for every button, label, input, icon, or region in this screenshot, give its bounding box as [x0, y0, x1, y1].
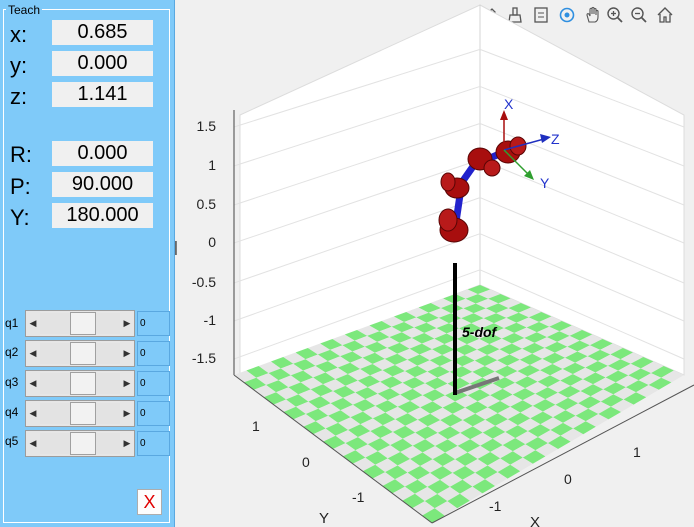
x-tick-label: 1 [633, 444, 641, 460]
pitch-label: P: [10, 174, 31, 199]
frame-x-label: X [504, 96, 514, 112]
y-tick-label: 0 [302, 454, 310, 470]
z-label: z: [10, 84, 28, 109]
robot-3d-plot[interactable]: 1.5 1 0.5 0 -0.5 -1 -1.5 | 1 0 -1 Y -1 0… [174, 0, 694, 527]
y-tick-label: -1 [352, 489, 365, 505]
yaw-value: 180.000 [52, 203, 153, 228]
q4-slider[interactable]: ◀ ▶ [25, 400, 135, 427]
q5-left-arrow-icon[interactable]: ◀ [26, 431, 40, 456]
z-axis-label: | [174, 239, 178, 256]
x-tick-label: 0 [564, 471, 572, 487]
q4-left-arrow-icon[interactable]: ◀ [26, 401, 40, 426]
q5-label: q5 [5, 434, 19, 448]
y-tick-label: 1 [252, 418, 260, 434]
q1-slider[interactable]: ◀ ▶ [25, 310, 135, 337]
z-tick-label: -1.5 [192, 350, 216, 366]
q5-right-arrow-icon[interactable]: ▶ [120, 431, 134, 456]
q1-slider-thumb[interactable] [70, 312, 96, 335]
x-tick-label: -1 [489, 498, 502, 514]
q2-right-arrow-icon[interactable]: ▶ [120, 341, 134, 366]
x-axis-label: X [530, 514, 540, 527]
close-button[interactable]: X [137, 489, 162, 515]
q3-slider-thumb[interactable] [70, 372, 96, 395]
q3-value-field[interactable]: 0 [137, 371, 170, 396]
y-axis-label: Y [319, 510, 329, 527]
frame-y-label: Y [540, 175, 550, 191]
y-label: y: [10, 53, 28, 78]
q4-slider-thumb[interactable] [70, 402, 96, 425]
q1-left-arrow-icon[interactable]: ◀ [26, 311, 40, 336]
q2-label: q2 [5, 345, 19, 359]
z-tick-label: -1 [204, 312, 217, 328]
roll-label: R: [10, 142, 32, 167]
frame-z-label: Z [551, 131, 560, 147]
q4-value-field[interactable]: 0 [137, 401, 170, 426]
z-ticks: 1.5 1 0.5 0 -0.5 -1 -1.5 [192, 118, 216, 366]
q2-slider[interactable]: ◀ ▶ [25, 340, 135, 367]
q2-left-arrow-icon[interactable]: ◀ [26, 341, 40, 366]
q5-slider[interactable]: ◀ ▶ [25, 430, 135, 457]
teach-panel: Teach x: 0.685 y: 0.000 z: 1.141 R: 0.00… [0, 0, 175, 527]
q2-slider-thumb[interactable] [70, 342, 96, 365]
robot-name-label: 5-dof [462, 324, 498, 340]
q4-right-arrow-icon[interactable]: ▶ [120, 401, 134, 426]
z-tick-label: 1.5 [197, 118, 217, 134]
x-value: 0.685 [52, 20, 153, 45]
z-tick-label: -0.5 [192, 274, 216, 290]
pitch-value: 90.000 [52, 172, 153, 197]
z-value: 1.141 [52, 82, 153, 107]
q1-value-field[interactable]: 0 [137, 311, 170, 336]
z-tick-label: 0.5 [197, 196, 217, 212]
teach-title: Teach [6, 3, 43, 17]
q2-value-field[interactable]: 0 [137, 341, 170, 366]
yaw-label: Y: [10, 205, 30, 230]
q1-label: q1 [5, 316, 19, 330]
q3-left-arrow-icon[interactable]: ◀ [26, 371, 40, 396]
z-tick-label: 1 [208, 157, 216, 173]
q3-right-arrow-icon[interactable]: ▶ [120, 371, 134, 396]
q3-label: q3 [5, 375, 19, 389]
q5-value-field[interactable]: 0 [137, 431, 170, 456]
roll-value: 0.000 [52, 141, 153, 166]
q5-slider-thumb[interactable] [70, 432, 96, 455]
q4-label: q4 [5, 405, 19, 419]
q1-right-arrow-icon[interactable]: ▶ [120, 311, 134, 336]
q3-slider[interactable]: ◀ ▶ [25, 370, 135, 397]
z-tick-label: 0 [208, 234, 216, 250]
x-label: x: [10, 22, 28, 47]
y-value: 0.000 [52, 51, 153, 76]
